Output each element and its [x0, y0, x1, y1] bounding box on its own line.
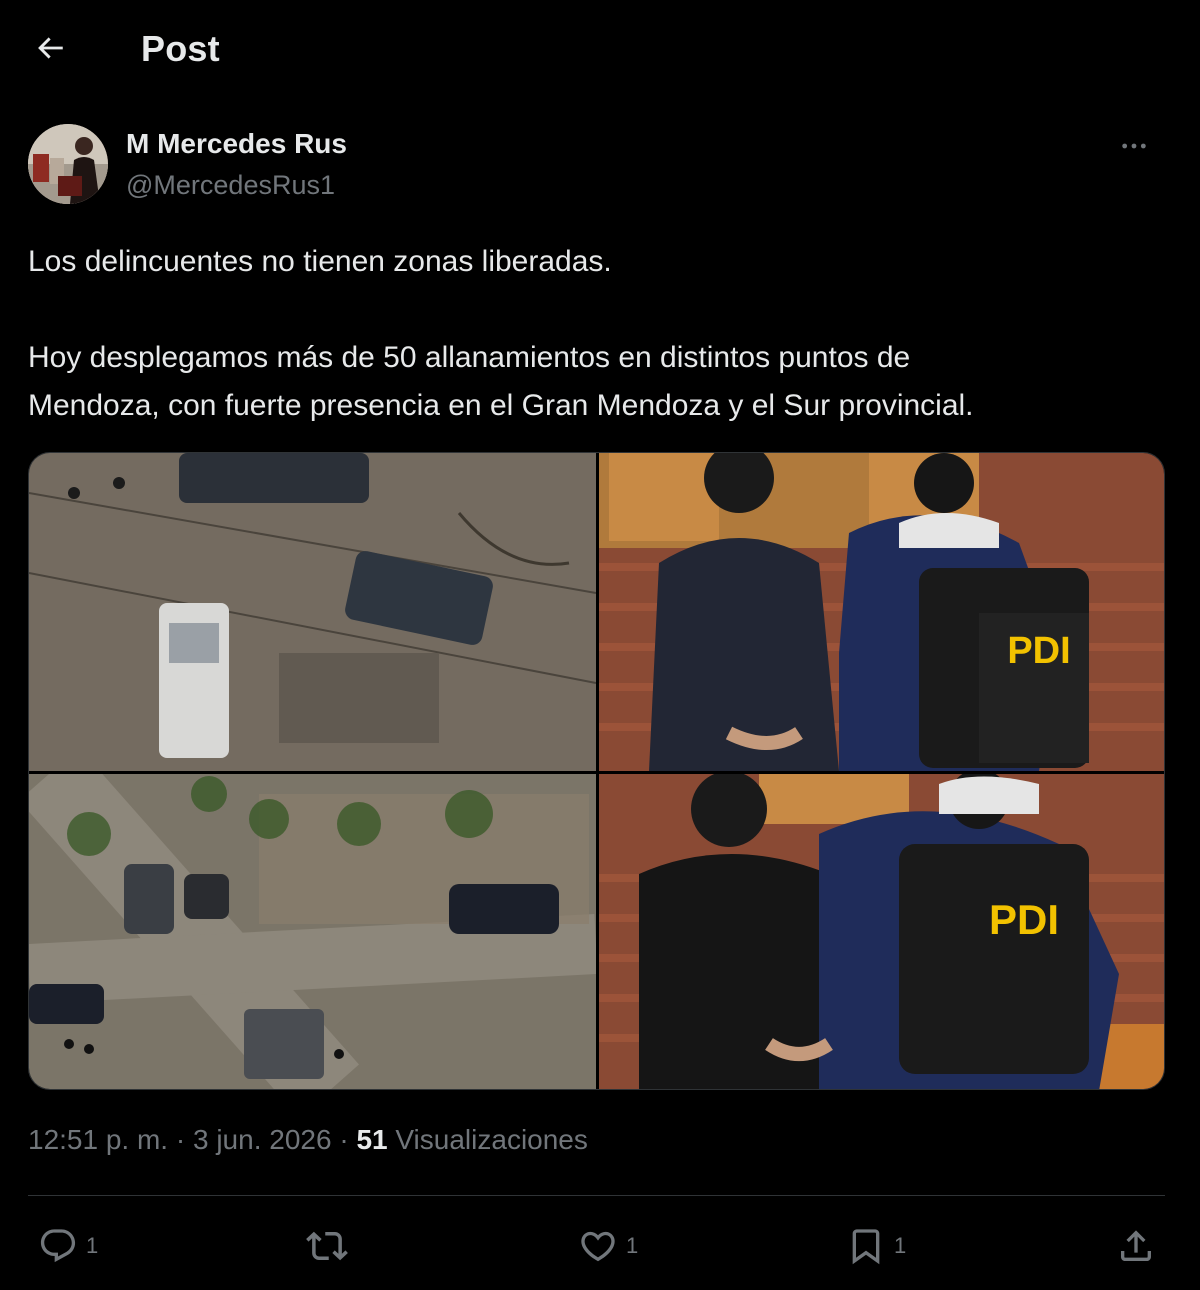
- share-button[interactable]: [1116, 1224, 1156, 1268]
- photo-aerial-vehicles[interactable]: [29, 453, 596, 771]
- avatar[interactable]: [28, 124, 108, 204]
- views-label: Visualizaciones: [387, 1124, 588, 1155]
- repost-icon: [306, 1231, 348, 1261]
- like-button[interactable]: 1: [578, 1224, 638, 1268]
- tweet-paragraph: Hoy desplegamos más de 50 allanamientos …: [28, 341, 911, 374]
- photo-aerial-street[interactable]: [29, 774, 596, 1089]
- meta-separator: ·: [331, 1124, 357, 1155]
- photo-image: [29, 774, 596, 1089]
- like-count: 1: [626, 1233, 639, 1258]
- more-options-button[interactable]: [1116, 128, 1152, 164]
- tweet-paragraph: Los delincuentes no tienen zonas liberad…: [28, 245, 612, 278]
- more-horizontal-icon: [1122, 143, 1146, 149]
- vest-label: PDI: [1007, 630, 1070, 672]
- avatar-image: [28, 124, 108, 204]
- author-handle[interactable]: @MercedesRus1: [126, 170, 335, 201]
- page-title: Post: [141, 28, 220, 69]
- photo-arrest-2[interactable]: PDI: [599, 774, 1164, 1089]
- photo-image: PDI: [599, 453, 1164, 771]
- views-count: 51: [356, 1124, 388, 1155]
- reply-button[interactable]: 1: [38, 1224, 98, 1268]
- divider: [28, 1195, 1165, 1196]
- reply-count: 1: [86, 1233, 99, 1258]
- bookmark-count: 1: [894, 1233, 907, 1258]
- back-button[interactable]: [28, 26, 72, 70]
- media-grid: PDI PDI: [28, 452, 1165, 1090]
- reply-icon: [40, 1229, 76, 1263]
- post-meta: 12:51 p. m. · 3 jun. 2026 · 51 Visualiza…: [28, 1124, 588, 1156]
- author-name[interactable]: M Mercedes Rus: [126, 128, 347, 160]
- arrow-left-icon: [38, 37, 63, 59]
- photo-image: PDI: [599, 774, 1164, 1089]
- repost-button[interactable]: [306, 1224, 356, 1268]
- bookmark-icon: [852, 1229, 880, 1265]
- photo-image: [29, 453, 596, 771]
- bookmark-button[interactable]: 1: [846, 1224, 906, 1268]
- tweet-paragraph: Mendoza, con fuerte presencia en el Gran…: [28, 389, 974, 422]
- top-bar: Post: [0, 0, 1200, 96]
- meta-separator: ·: [168, 1124, 193, 1155]
- photo-arrest-1[interactable]: PDI: [599, 453, 1164, 771]
- heart-icon: [581, 1231, 615, 1262]
- vest-label: PDI: [989, 896, 1059, 943]
- post-date[interactable]: 3 jun. 2026: [193, 1124, 332, 1155]
- tweet-text: Los delincuentes no tienen zonas liberad…: [28, 238, 1168, 430]
- share-icon: [1121, 1230, 1151, 1261]
- post-time[interactable]: 12:51 p. m.: [28, 1124, 168, 1155]
